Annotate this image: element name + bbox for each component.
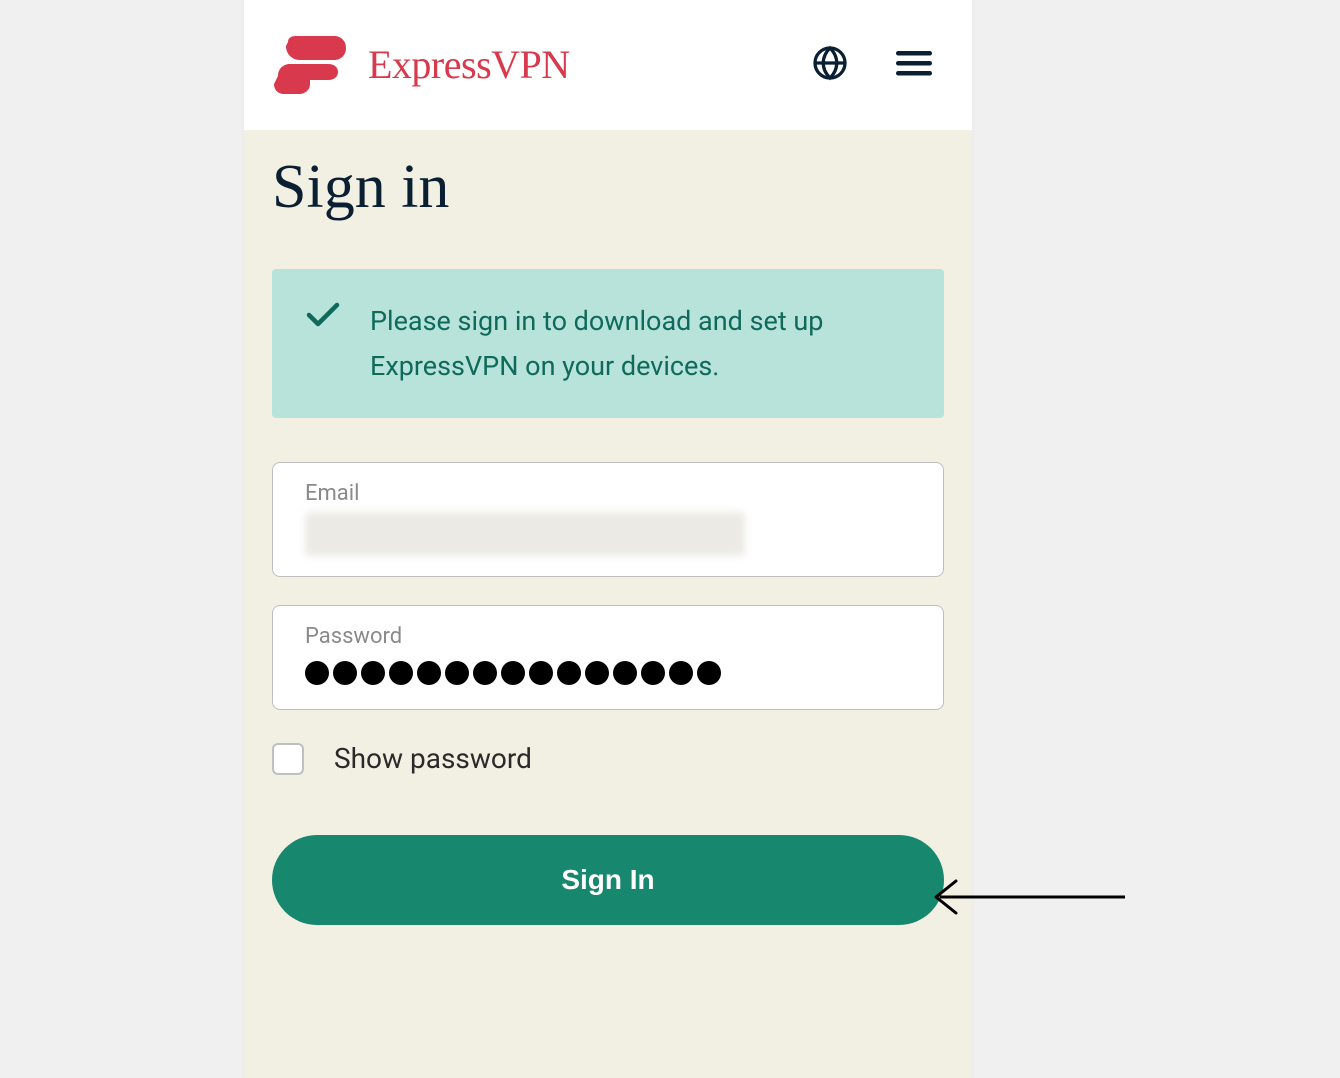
email-redacted bbox=[305, 512, 745, 556]
annotation-arrow bbox=[930, 877, 1130, 921]
hamburger-icon bbox=[896, 49, 932, 80]
header-bar: ExpressVPN bbox=[244, 0, 972, 130]
language-button[interactable] bbox=[812, 45, 848, 84]
email-value bbox=[305, 512, 911, 556]
password-field[interactable]: Password bbox=[272, 605, 944, 710]
brand-name: ExpressVPN bbox=[368, 41, 570, 88]
email-label: Email bbox=[305, 481, 911, 506]
app-window: ExpressVPN bbox=[244, 0, 972, 1078]
expressvpn-logo-icon bbox=[274, 36, 350, 94]
password-label: Password bbox=[305, 624, 911, 649]
brand-logo[interactable]: ExpressVPN bbox=[274, 36, 570, 94]
show-password-checkbox[interactable] bbox=[272, 743, 304, 775]
globe-icon bbox=[812, 45, 848, 84]
sign-in-button[interactable]: Sign In bbox=[272, 835, 944, 925]
show-password-row: Show password bbox=[272, 738, 944, 775]
notice-text: Please sign in to download and set up Ex… bbox=[370, 299, 910, 388]
signin-notice: Please sign in to download and set up Ex… bbox=[272, 269, 944, 418]
password-value bbox=[305, 659, 721, 685]
show-password-label: Show password bbox=[334, 742, 532, 775]
content-area: Sign in Please sign in to download and s… bbox=[244, 130, 972, 1078]
page-title: Sign in bbox=[272, 152, 944, 223]
email-field[interactable]: Email bbox=[272, 462, 944, 577]
header-actions bbox=[812, 45, 942, 84]
check-icon bbox=[306, 299, 340, 388]
menu-button[interactable] bbox=[896, 49, 932, 80]
